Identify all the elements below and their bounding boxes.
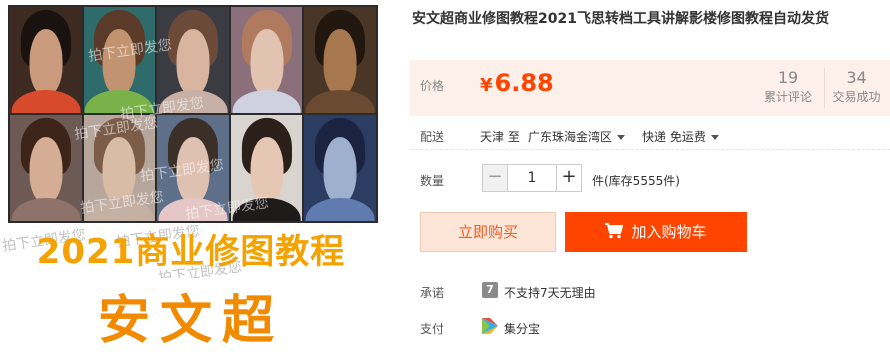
quantity-increase-button[interactable]: + [556, 164, 582, 192]
reviews-label: 累计评论 [763, 90, 812, 104]
portrait-tile [83, 7, 156, 113]
product-main-image[interactable]: 拍下立即发您 拍下立即发您 拍下立即发您 拍下立即发您 拍下立即发您 拍下立即发… [0, 0, 382, 357]
add-to-cart-button[interactable]: 加入购物车 [565, 212, 747, 252]
portrait-tile [157, 7, 229, 113]
sales-label: 交易成功 [832, 90, 881, 104]
banner-title: 2021商业修图教程 [36, 232, 346, 272]
quantity-input[interactable]: 1 [508, 164, 556, 192]
jifenbao-icon [482, 318, 498, 334]
cart-icon [605, 223, 624, 239]
shipping-origin: 天津 至 [480, 130, 520, 144]
banner-author-name: 安文超 [97, 291, 284, 351]
product-title: 安文超商业修图教程2021飞思转档工具讲解影楼修图教程自动发货 [412, 11, 829, 27]
shipping-destination: 广东珠海金湾区 [528, 130, 613, 144]
payment-method-text: 集分宝 [504, 322, 541, 336]
product-info-panel: 安文超商业修图教程2021飞思转档工具讲解影楼修图教程自动发货 价格 ¥6.88… [410, 0, 890, 357]
portrait-tile [304, 115, 376, 221]
portrait-tile [83, 115, 156, 221]
shipping-label: 配送 [420, 130, 445, 144]
reviews-count: 19 [777, 68, 799, 87]
buy-now-button[interactable]: 立即购买 [420, 212, 556, 252]
chevron-down-icon [710, 135, 719, 140]
portrait-tile [230, 7, 303, 113]
shipping-destination-select[interactable]: 广东珠海金湾区 [528, 128, 626, 145]
stock-info: 件(库存5555件) [592, 174, 680, 188]
chevron-down-icon [617, 135, 626, 140]
no-return-icon: 7 [482, 282, 498, 298]
price-label: 价格 [420, 79, 445, 93]
sales-count: 34 [846, 68, 867, 87]
quantity-label: 数量 [420, 174, 445, 188]
payment-label: 支付 [420, 322, 445, 336]
shipping-method: 快递 免运费 [642, 130, 706, 144]
portrait-tile [304, 7, 376, 113]
price-box: 价格 ¥6.88 19 累计评论 34 交易成功 [410, 60, 890, 116]
shipping-method-select[interactable]: 快递 免运费 [642, 128, 719, 145]
sales-stat: 34 交易成功 [824, 68, 888, 108]
portrait-tile [10, 115, 82, 221]
portrait-collage [8, 5, 378, 223]
add-to-cart-label: 加入购物车 [631, 223, 707, 241]
portrait-tile [10, 7, 82, 113]
shipping-row: 配送 天津 至 广东珠海金湾区 快递 免运费 [410, 124, 890, 150]
reviews-stat[interactable]: 19 累计评论 [756, 68, 820, 106]
quantity-stepper: − 1 + [482, 164, 582, 192]
portrait-tile [157, 115, 229, 221]
promise-label: 承诺 [420, 286, 445, 300]
quantity-decrease-button[interactable]: − [482, 164, 508, 192]
promise-text: 不支持7天无理由 [504, 286, 596, 300]
price-value: ¥6.88 [480, 69, 554, 97]
price-currency: ¥ [480, 75, 493, 96]
portrait-tile [230, 115, 303, 221]
price-amount: 6.88 [494, 69, 554, 97]
